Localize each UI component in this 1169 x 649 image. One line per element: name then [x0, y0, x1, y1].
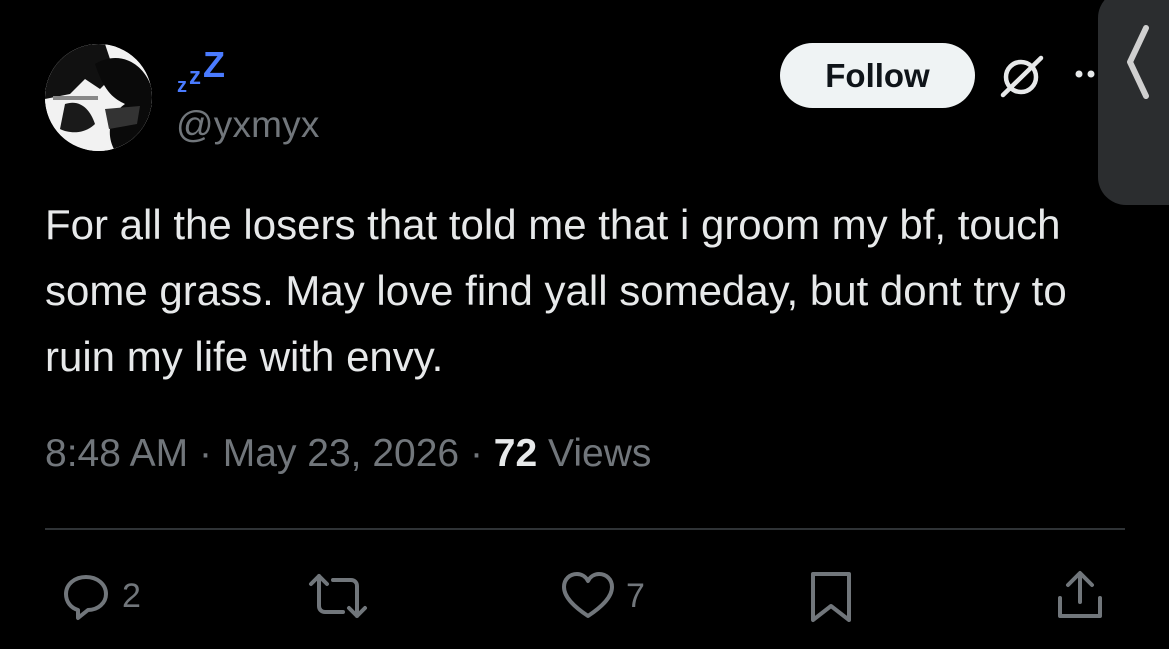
side-panel-tab[interactable] [1098, 0, 1169, 205]
reply-count: 2 [122, 576, 141, 615]
chevron-left-icon [1127, 25, 1149, 99]
bookmark-icon [811, 572, 851, 622]
divider [45, 528, 1125, 530]
meta-separator: · [469, 432, 483, 475]
tweet-meta: 8:48 AM · May 23, 2026 · 72 Views [45, 432, 651, 476]
reply-button[interactable]: 2 [58, 566, 141, 626]
display-name-z3: Z [203, 44, 225, 85]
display-name-glyphs: z z Z [177, 44, 225, 97]
display-name-text: zzZ [235, 44, 236, 45]
meta-separator: · [198, 432, 212, 475]
share-button[interactable] [1052, 566, 1108, 626]
bookmark-button[interactable] [805, 566, 857, 626]
avatar-image [45, 44, 152, 151]
tweet-date[interactable]: May 23, 2026 [223, 432, 459, 475]
follow-button[interactable]: Follow [780, 43, 975, 108]
views-count: 72 [493, 432, 538, 475]
grok-icon[interactable] [993, 50, 1049, 102]
display-name-z2: z [189, 63, 201, 90]
reply-icon [64, 575, 108, 620]
author-handle[interactable]: @yxmyx [176, 104, 320, 146]
heart-icon [562, 572, 614, 618]
tweet-text: For all the losers that told me that i g… [45, 201, 1067, 380]
repost-button[interactable] [305, 566, 371, 626]
display-name[interactable]: z z Z zzZ [175, 44, 236, 97]
tweet-time[interactable]: 8:48 AM [45, 432, 188, 475]
share-icon [1058, 571, 1102, 618]
views-label: Views [548, 432, 652, 475]
like-button[interactable]: 7 [558, 566, 645, 626]
like-count: 7 [626, 576, 645, 615]
display-name-z1: z [177, 75, 187, 96]
repost-icon [309, 574, 367, 618]
avatar[interactable] [45, 44, 152, 151]
